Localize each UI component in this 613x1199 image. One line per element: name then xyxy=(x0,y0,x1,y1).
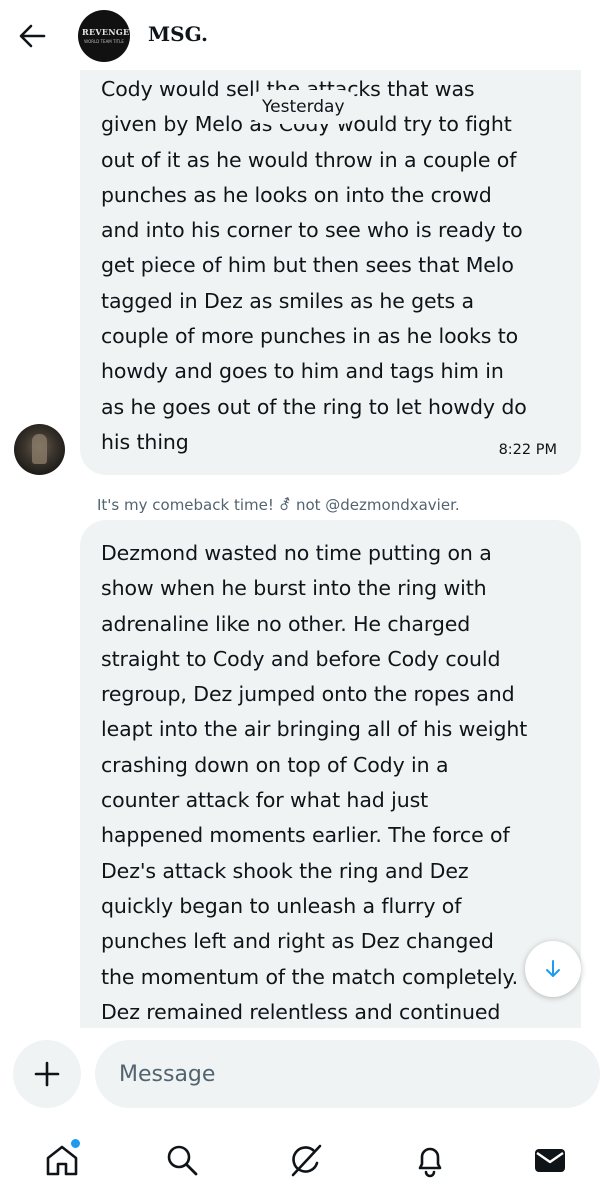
message-timestamp: 8:22 PM xyxy=(498,442,557,458)
bottom-navigation xyxy=(0,1124,613,1199)
message-bubble[interactable]: Cody would sell the attacks that was giv… xyxy=(80,64,581,475)
search-icon[interactable] xyxy=(162,1140,202,1180)
mail-icon[interactable] xyxy=(530,1140,570,1180)
avatar-logo-sub: WORLD TEAM TITLE xyxy=(84,39,124,44)
grok-icon[interactable] xyxy=(286,1140,326,1180)
sender-name-line: It's my comeback time! ⚦ not @dezmondxav… xyxy=(97,496,460,514)
avatar-logo-text: REVENGE xyxy=(82,27,130,37)
sender-avatar[interactable] xyxy=(14,424,65,475)
avatar-figure xyxy=(32,434,47,464)
add-media-button[interactable] xyxy=(13,1040,81,1108)
message-text: Dezmond wasted no time putting on a show… xyxy=(101,541,528,1024)
arrow-down-icon xyxy=(546,960,560,977)
home-icon[interactable] xyxy=(42,1138,82,1180)
conversation-avatar[interactable]: REVENGE WORLD TEAM TITLE xyxy=(78,10,130,62)
back-arrow-icon[interactable] xyxy=(14,18,50,54)
conversation-title[interactable]: MSG. xyxy=(148,22,208,46)
message-bubble[interactable]: Dezmond wasted no time putting on a show… xyxy=(80,520,581,1040)
notification-dot xyxy=(70,1138,81,1149)
message-text: Cody would sell the attacks that was giv… xyxy=(101,77,527,454)
date-divider: Yesterday xyxy=(248,90,359,124)
message-composer xyxy=(0,1028,613,1124)
conversation-header: REVENGE WORLD TEAM TITLE MSG. xyxy=(0,0,613,70)
scroll-to-bottom-button[interactable] xyxy=(525,941,581,997)
plus-icon xyxy=(34,1061,60,1087)
bell-icon[interactable] xyxy=(410,1140,450,1180)
message-input[interactable] xyxy=(95,1040,600,1108)
